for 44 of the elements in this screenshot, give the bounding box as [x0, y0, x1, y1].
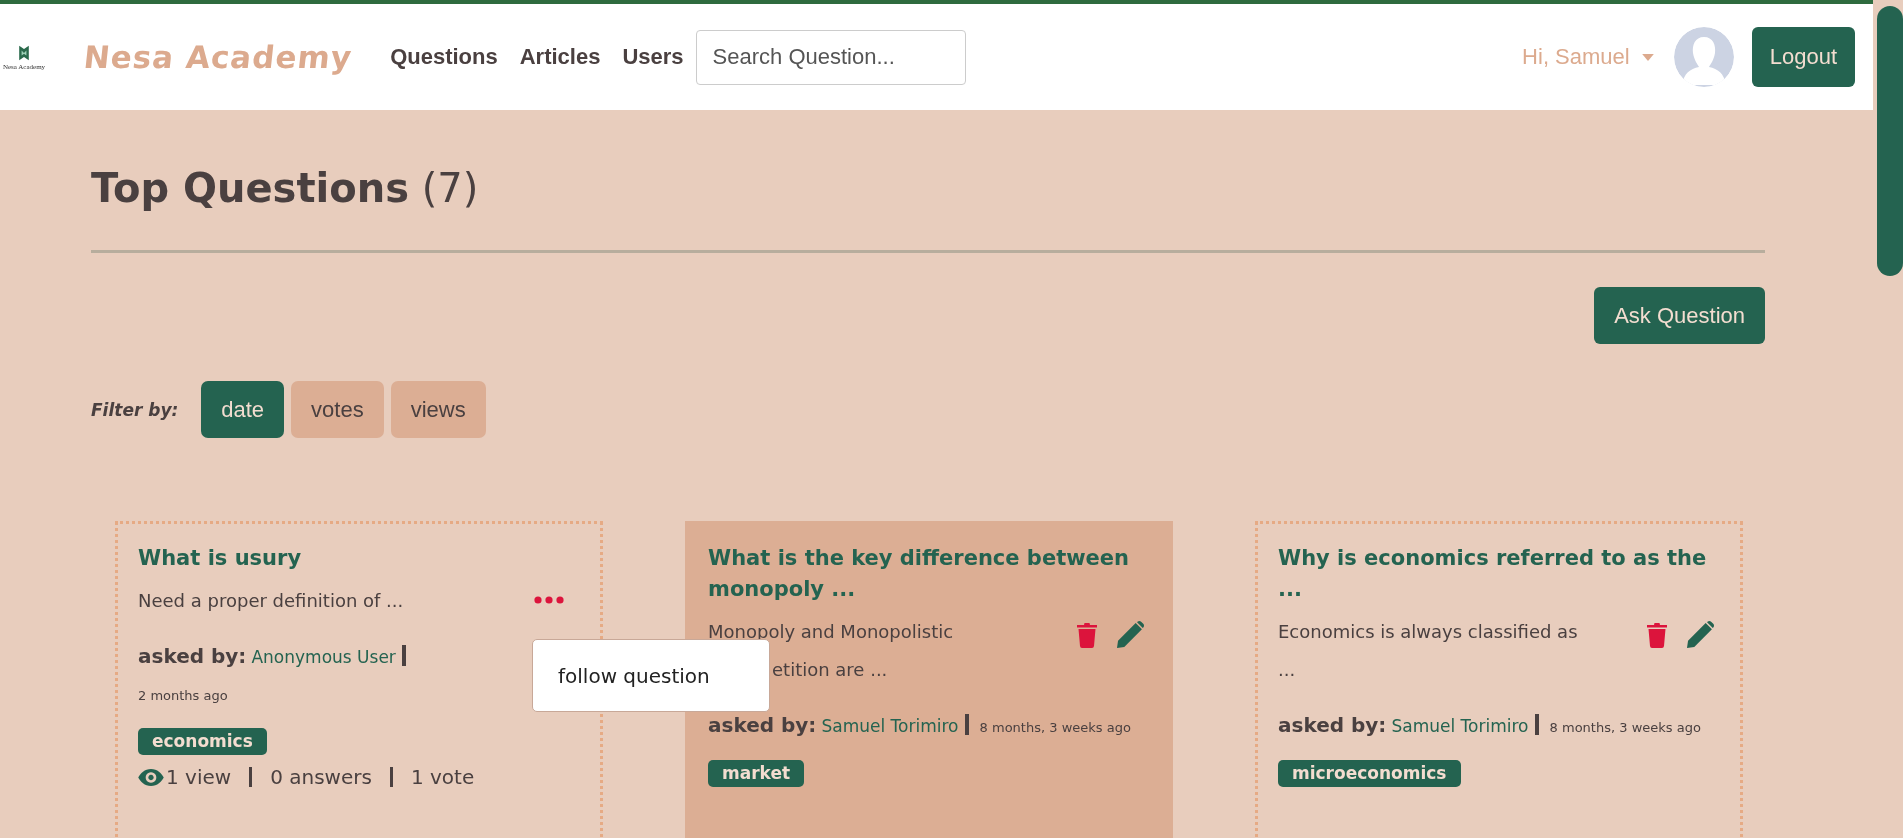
question-stat: 0 answers [270, 765, 372, 789]
ask-question-button[interactable]: Ask Question [1594, 287, 1765, 344]
question-stat: 1 view [166, 765, 232, 789]
question-excerpt: Need a proper definition of ... [138, 590, 404, 611]
question-time: 2 months ago [138, 688, 228, 703]
scrollbar-thumb[interactable] [1877, 6, 1903, 276]
nav-link[interactable]: Questions [390, 44, 498, 70]
question-excerpt: ... [1278, 659, 1296, 680]
asked-by-label: asked by: [1278, 713, 1387, 737]
edit-icon[interactable] [1117, 621, 1144, 648]
asked-by-label: asked by: [708, 713, 817, 737]
question-tag[interactable]: microeconomics [1278, 760, 1461, 787]
question-excerpt: Economics is always classified as [1278, 621, 1578, 642]
question-tag[interactable]: economics [138, 728, 267, 755]
question-tag[interactable]: market [708, 760, 805, 787]
delete-icon[interactable] [1647, 621, 1667, 648]
question-title[interactable]: What is the key difference between monopoly ... [708, 543, 1148, 605]
filter-button[interactable]: votes [291, 381, 384, 438]
asked-by-label: asked by: [138, 644, 247, 668]
caret-icon [1641, 53, 1654, 61]
question-stat: 1 vote [410, 765, 475, 789]
question-excerpt: etition are ... [772, 659, 888, 680]
author-link[interactable]: Samuel Torimiro [821, 716, 959, 736]
logout-button[interactable]: Logout [1751, 27, 1855, 87]
nav-link[interactable]: Users [622, 44, 684, 70]
search-field[interactable]: Search Question... [695, 29, 966, 85]
author-link[interactable]: Anonymous User [251, 647, 396, 667]
filter-button[interactable]: views [390, 381, 486, 438]
edit-icon[interactable] [1687, 621, 1714, 648]
page-title: Top Questions (7) [91, 164, 480, 210]
delete-icon[interactable] [1077, 621, 1097, 648]
question-title[interactable]: What is usury [138, 543, 578, 574]
menu-item[interactable]: follow question [558, 663, 710, 688]
question-time: 8 months, 3 weeks ago [1549, 720, 1701, 735]
filter-button[interactable]: date [201, 381, 285, 438]
eye-icon [138, 768, 164, 786]
logo-emblem-icon[interactable] [16, 43, 32, 63]
question-excerpt: Monopoly and Monopolistic [708, 621, 954, 642]
author-link[interactable]: Samuel Torimiro [1391, 716, 1529, 736]
filter-label: Filter by: [91, 399, 179, 420]
question-time: 8 months, 3 weeks ago [979, 720, 1131, 735]
question-title[interactable]: Why is economics referred to as the ... [1278, 543, 1718, 605]
nav-link[interactable]: Articles [519, 44, 601, 70]
more-options-icon[interactable] [534, 596, 564, 604]
